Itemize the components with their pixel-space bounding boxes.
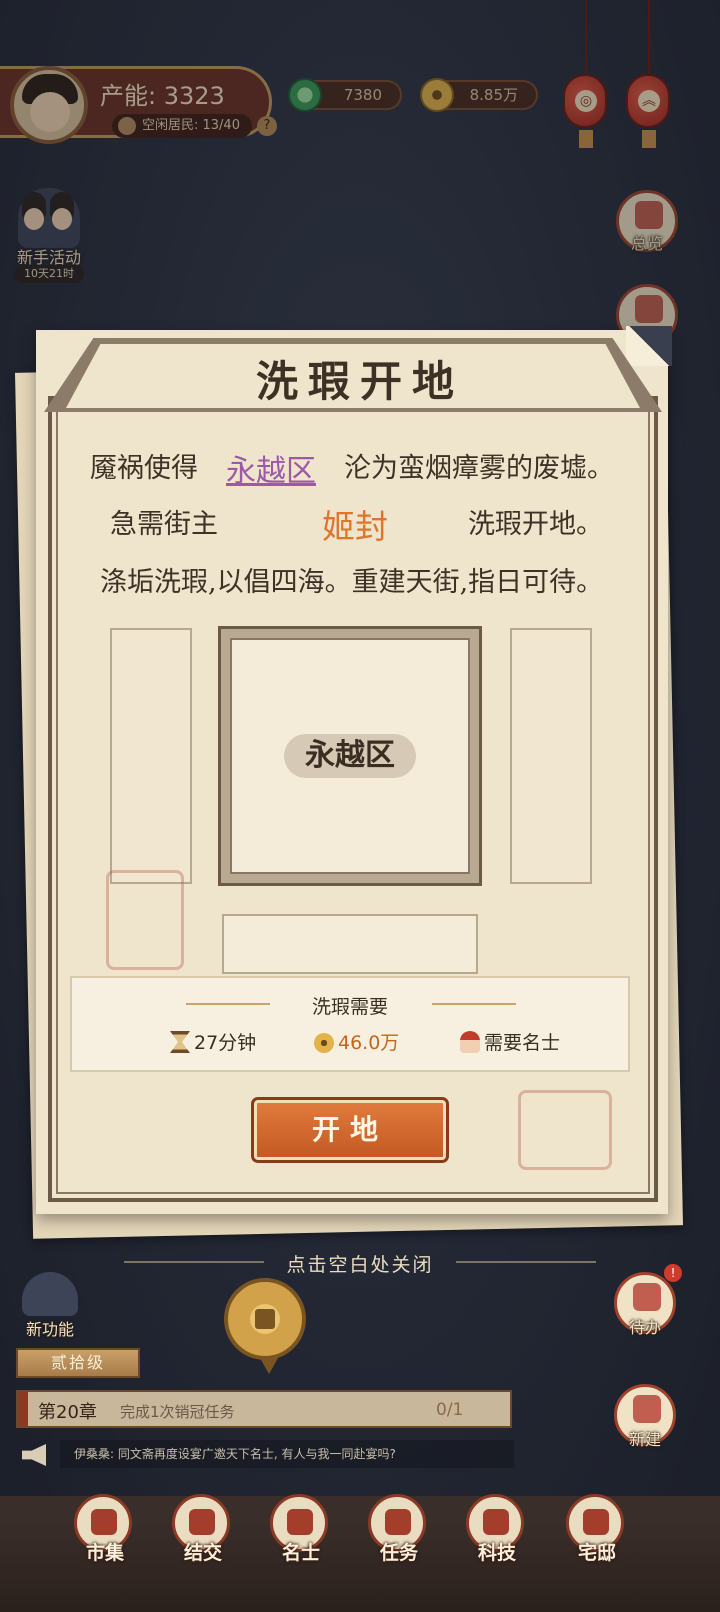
market-icon <box>91 1509 117 1535</box>
requirement-cost: 46.0万 <box>314 1028 399 1055</box>
requirement-scholar: 需要名士 <box>460 1028 560 1055</box>
street-lord-name: 姬封 <box>322 507 388 546</box>
nav-tech[interactable]: 科技 <box>464 1494 530 1580</box>
nav-mansion[interactable]: 宅邸 <box>564 1494 630 1580</box>
todo-icon <box>633 1283 661 1311</box>
story-line-2-prefix: 急需街主 <box>110 509 218 540</box>
hourglass-icon <box>170 1031 190 1053</box>
cards-icon <box>189 1509 215 1535</box>
nav-scholars[interactable]: 名士 <box>268 1494 334 1580</box>
nav-market[interactable]: 市集 <box>72 1494 138 1580</box>
coin-pin-marker[interactable] <box>224 1278 306 1374</box>
story-line-1-prefix: 魇祸使得 <box>90 453 198 484</box>
requirements-box <box>70 976 630 1072</box>
mansion-icon <box>583 1509 609 1535</box>
lower-slip <box>222 914 478 974</box>
right-slip <box>510 628 592 884</box>
scholar-icon <box>287 1509 313 1535</box>
seal-stamp <box>518 1090 612 1170</box>
notification-badge: ! <box>664 1264 682 1282</box>
rank-chip[interactable]: 贰拾级 <box>16 1348 140 1378</box>
story-line-1-suffix: 沦为蛮烟瘴雾的废墟。 <box>344 453 614 484</box>
chat-ticker[interactable]: 伊桑桑: 同文斋再度设宴广邀天下名士, 有人与我一同赴宴吗? <box>60 1440 514 1468</box>
modal-title: 洗瑕开地 <box>255 357 464 406</box>
zone-tag: 永越区 <box>284 734 416 778</box>
seal-stamp <box>106 870 184 970</box>
nav-tasks[interactable]: 任务 <box>366 1494 432 1580</box>
chapter-task-text: 完成1次销冠任务 <box>120 1403 235 1421</box>
build-label: 新建 <box>628 1430 661 1449</box>
coin-icon <box>314 1033 334 1053</box>
coin-icon <box>255 1309 275 1329</box>
task-icon <box>385 1509 411 1535</box>
chapter-progress: 0/1 <box>436 1400 464 1420</box>
left-slip <box>110 628 192 884</box>
story-line-3: 涤垢洗瑕,以倡四海。重建天街,指日可待。 <box>100 567 604 598</box>
start-land-button[interactable]: 开地 <box>251 1097 449 1163</box>
close-hint: 点击空白处关闭 <box>286 1254 434 1276</box>
scholar-icon <box>460 1031 480 1053</box>
pending-label: 待办 <box>628 1318 661 1337</box>
house-plus-icon <box>633 1395 661 1423</box>
chapter-task-bar[interactable]: 第20章 完成1次销冠任务 0/1 <box>16 1390 512 1428</box>
story-line-2-suffix: 洗瑕开地。 <box>468 509 603 540</box>
new-function-label: 新功能 <box>25 1320 74 1339</box>
requirement-time: 27分钟 <box>170 1028 256 1055</box>
tech-icon <box>483 1509 509 1535</box>
nav-befriend[interactable]: 结交 <box>170 1494 236 1580</box>
requirements-title: 洗瑕需要 <box>311 996 388 1018</box>
chapter-number: 第20章 <box>38 1402 97 1423</box>
zone-link[interactable]: 永越区 <box>226 446 316 490</box>
